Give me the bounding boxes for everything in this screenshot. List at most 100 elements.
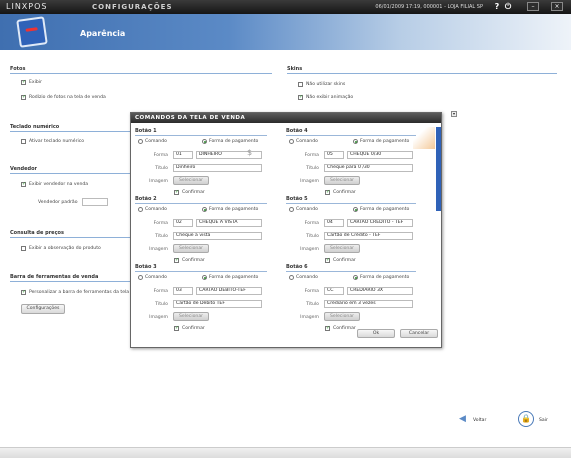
checkbox-exibir-vendedor[interactable]: Exibir vendedor na venda <box>21 181 88 187</box>
checkbox-observacao[interactable]: Exibir a observação do produto <box>21 246 101 251</box>
ok-button[interactable]: Ok <box>357 329 395 338</box>
checkbox-confirmar[interactable]: Confirmar <box>325 189 356 195</box>
radio[interactable] <box>289 275 294 280</box>
radio[interactable] <box>138 207 143 212</box>
imagem-label: Imagem <box>149 247 168 252</box>
forma-label: Forma <box>304 221 319 226</box>
radio[interactable] <box>138 139 143 144</box>
select-image-button[interactable]: Selecionar <box>173 312 209 321</box>
titulo-label: Título <box>155 166 168 171</box>
checkbox[interactable] <box>325 189 330 195</box>
forma-label: Forma <box>304 289 319 294</box>
dropdown-arrow-icon[interactable] <box>451 111 457 117</box>
radio-comando[interactable]: Comando <box>289 275 318 280</box>
titulo-input[interactable]: Crediario em 3 vezes <box>324 300 413 308</box>
checkbox-confirmar[interactable]: Confirmar <box>174 257 205 263</box>
checkbox-confirmar[interactable]: Confirmar <box>174 325 205 331</box>
radio-comando[interactable]: Comando <box>289 139 318 144</box>
radio[interactable] <box>202 275 207 280</box>
titulo-input[interactable]: Dinheiro <box>173 164 262 172</box>
radio-comando[interactable]: Comando <box>138 139 167 144</box>
power-icon[interactable]: ⏻ <box>503 2 513 12</box>
radio[interactable] <box>353 207 358 212</box>
configuracoes-button[interactable]: Configurações <box>21 304 65 314</box>
checkbox-rodizio-fotos[interactable]: Rodízio de fotos na tela de venda <box>21 94 106 100</box>
checkbox-teclado[interactable]: Ativar teclado numérico <box>21 139 84 144</box>
radio[interactable] <box>289 139 294 144</box>
divider <box>286 135 416 136</box>
checkbox-exibir-fotos[interactable]: Exibir <box>21 79 42 85</box>
minimize-button[interactable]: – <box>527 2 539 11</box>
checkbox-confirmar[interactable]: Confirmar <box>325 257 356 263</box>
forma-code-input[interactable]: 03 <box>173 287 193 295</box>
forma-desc-input[interactable]: CREDIARIO 3X <box>347 287 413 295</box>
forma-code-input[interactable]: 01 <box>173 151 193 159</box>
checkbox-personalizar-barra[interactable]: Personalizar a barra de ferramentas da t… <box>21 289 141 295</box>
titulo-input[interactable]: Cheque para 0 /30 <box>324 164 413 172</box>
section-fotos-title: Fotos <box>10 66 26 72</box>
exit-label[interactable]: Sair <box>539 418 548 423</box>
titulo-input[interactable]: Cartão de Crédito - TEF <box>324 232 413 240</box>
forma-desc-input[interactable]: DINHEIRO <box>196 151 262 159</box>
forma-desc-input[interactable]: CHEQUE 0/30 <box>347 151 413 159</box>
forma-desc-input[interactable]: CHEQUE A VISTA <box>196 219 262 227</box>
radio-comando[interactable]: Comando <box>138 275 167 280</box>
titulo-label: Título <box>306 302 319 307</box>
radio-forma-pagamento[interactable]: Forma de pagamento <box>202 207 258 212</box>
radio-comando[interactable]: Comando <box>138 207 167 212</box>
titulo-input[interactable]: Cartão de Débito TEF <box>173 300 262 308</box>
forma-code-input[interactable]: 05 <box>324 151 344 159</box>
radio-forma-pagamento[interactable]: Forma de pagamento <box>202 139 258 144</box>
radio-forma-pagamento[interactable]: Forma de pagamento <box>353 207 409 212</box>
checkbox[interactable] <box>325 257 330 263</box>
checkbox[interactable] <box>21 79 26 85</box>
forma-desc-input[interactable]: CARTAO CREDITO - TEF <box>347 219 413 227</box>
checkbox-confirmar[interactable]: Confirmar <box>325 325 356 331</box>
checkbox[interactable] <box>174 325 179 331</box>
radio[interactable] <box>202 207 207 212</box>
checkbox[interactable] <box>21 289 26 295</box>
checkbox[interactable] <box>21 139 26 144</box>
forma-code-input[interactable]: CC <box>324 287 344 295</box>
radio[interactable] <box>138 275 143 280</box>
checkbox[interactable] <box>174 189 179 195</box>
titulo-input[interactable]: Cheque a vista <box>173 232 262 240</box>
radio[interactable] <box>289 207 294 212</box>
checkbox[interactable] <box>174 257 179 263</box>
select-image-button[interactable]: Selecionar <box>324 176 360 185</box>
close-button[interactable]: × <box>551 2 563 11</box>
lock-icon[interactable]: 🔒 <box>518 411 534 427</box>
question-icon[interactable]: ? <box>492 2 502 12</box>
checkbox[interactable] <box>21 181 26 187</box>
checkbox[interactable] <box>325 325 330 331</box>
radio[interactable] <box>202 139 207 144</box>
cancel-button[interactable]: Cancelar <box>400 329 438 338</box>
checkbox[interactable] <box>298 82 303 87</box>
radio[interactable] <box>353 275 358 280</box>
radio-comando[interactable]: Comando <box>289 207 318 212</box>
forma-code-input[interactable]: 02 <box>173 219 193 227</box>
select-image-button[interactable]: Selecionar <box>324 312 360 321</box>
imagem-label: Imagem <box>300 315 319 320</box>
dialog-title: COMANDOS DA TELA DE VENDA <box>131 113 441 123</box>
vendedor-padrao-label: Vendedor padrão <box>38 200 78 205</box>
checkbox-confirmar[interactable]: Confirmar <box>174 189 205 195</box>
radio-forma-pagamento[interactable]: Forma de pagamento <box>202 275 258 280</box>
checkbox-nao-utilizar-skins[interactable]: Não utilizar skins <box>298 82 345 87</box>
checkbox[interactable] <box>298 94 303 100</box>
forma-desc-input[interactable]: CARTAO DEBITO-TEF <box>196 287 262 295</box>
back-label[interactable]: Voltar <box>473 418 486 423</box>
vendedor-padrao-input[interactable] <box>82 198 108 206</box>
checkbox-nao-exibir-animacao[interactable]: Não exibir animação <box>298 94 353 100</box>
select-image-button[interactable]: Selecionar <box>173 176 209 185</box>
radio[interactable] <box>353 139 358 144</box>
radio-forma-pagamento[interactable]: Forma de pagamento <box>353 275 409 280</box>
checkbox[interactable] <box>21 94 26 100</box>
radio-forma-pagamento[interactable]: Forma de pagamento <box>353 139 409 144</box>
select-image-button[interactable]: Selecionar <box>173 244 209 253</box>
checkbox[interactable] <box>21 246 26 251</box>
back-arrow-icon[interactable]: ◀ <box>459 414 466 424</box>
forma-code-input[interactable]: 04 <box>324 219 344 227</box>
select-image-button[interactable]: Selecionar <box>324 244 360 253</box>
titulo-label: Título <box>306 166 319 171</box>
